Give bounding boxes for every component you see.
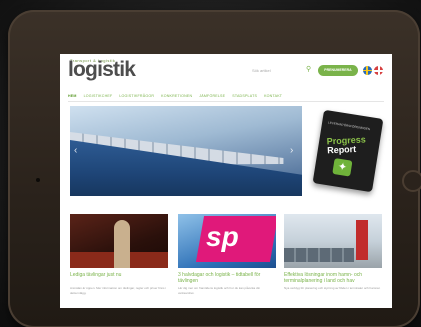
article-title[interactable]: Effektiva lösningar inom hamn- och termi… bbox=[284, 272, 382, 284]
image-person bbox=[114, 220, 130, 268]
article-card[interactable]: sp 3 halvdagar och logistik – tidtabell … bbox=[178, 214, 276, 308]
article-image: sp bbox=[178, 214, 276, 268]
article-excerpt: Anmälan är öppen. Mer information om täv… bbox=[70, 286, 167, 295]
article-title[interactable]: Lediga tävlingar just nu bbox=[70, 272, 168, 278]
article-image bbox=[284, 214, 382, 268]
tablet-screen: Transport & Logistik logistik Sök artike… bbox=[60, 54, 392, 308]
image-crane bbox=[356, 220, 368, 260]
image-sign-text: sp bbox=[206, 221, 239, 252]
camera-dot bbox=[36, 178, 40, 182]
home-button[interactable] bbox=[402, 170, 421, 192]
tablet-frame: Transport & Logistik logistik Sök artike… bbox=[8, 10, 421, 327]
article-card[interactable]: Lediga tävlingar just nu Anmälan är öppe… bbox=[70, 214, 168, 308]
article-grid: Lediga tävlingar just nu Anmälan är öppe… bbox=[60, 54, 392, 308]
article-title[interactable]: 3 halvdagar och logistik – tidtabell för… bbox=[178, 272, 276, 284]
image-containers bbox=[284, 248, 354, 262]
article-card[interactable]: Effektiva lösningar inom hamn- och termi… bbox=[284, 214, 382, 308]
article-excerpt: Nya verktyg för planering och styrning a… bbox=[284, 286, 381, 290]
article-excerpt: Lär dig mer om framtidens logistik och h… bbox=[178, 286, 261, 295]
article-image bbox=[70, 214, 168, 268]
